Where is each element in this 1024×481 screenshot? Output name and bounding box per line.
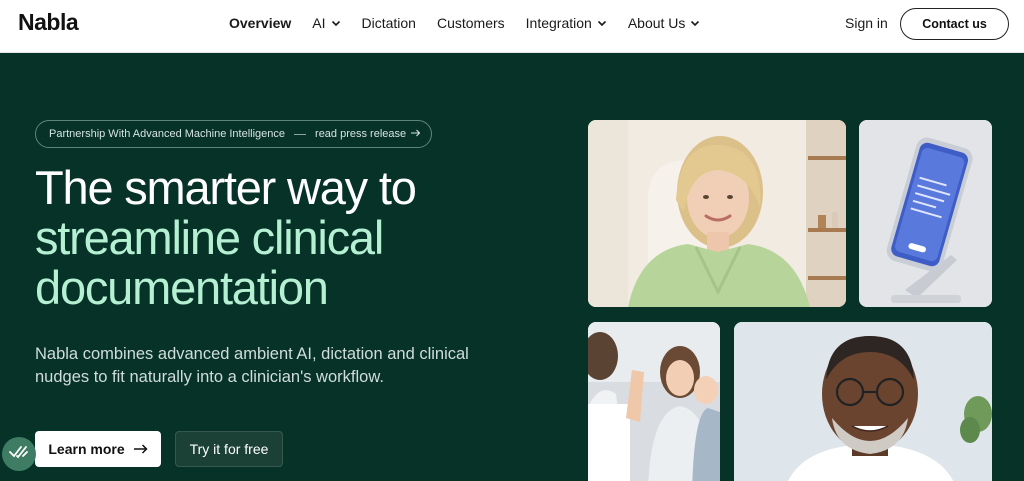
arrow-right-icon [411, 128, 421, 140]
top-navigation: Nabla Overview AI Dictation Customers In… [0, 0, 1024, 53]
announcement-text: Partnership With Advanced Machine Intell… [49, 128, 286, 140]
double-check-icon [9, 445, 29, 464]
nav-item-customers[interactable]: Customers [437, 15, 505, 31]
learn-more-label: Learn more [48, 441, 125, 457]
main-menu: Overview AI Dictation Customers Integrat… [229, 0, 721, 46]
headline-line-3: documentation [35, 261, 329, 314]
contact-us-button[interactable]: Contact us [900, 8, 1009, 40]
announcement-divider [294, 133, 307, 135]
nav-item-about-us-label: About Us [627, 15, 686, 31]
hero-description: Nabla combines advanced ambient AI, dict… [35, 345, 469, 386]
nav-item-ai-label: AI [312, 15, 326, 31]
doctor-high-five-child-photo [588, 322, 720, 481]
woman-green-sweater-photo [588, 120, 846, 307]
press-release-link[interactable]: read press release [315, 128, 406, 140]
hero-section: Partnership With Advanced Machine Intell… [0, 53, 1024, 481]
headline-line-1: The smarter way to [35, 161, 417, 214]
nav-item-about-us[interactable]: About Us [628, 15, 701, 31]
try-free-label: Try it for free [189, 441, 269, 457]
headline-line-2: streamline clinical [35, 211, 384, 264]
chevron-down-icon [597, 18, 607, 28]
phone-on-stand-photo [859, 120, 992, 307]
hero-headline: The smarter way to streamline clinical d… [35, 161, 417, 314]
arrow-right-icon [133, 441, 148, 457]
smiling-man-glasses-photo [734, 322, 992, 481]
nav-item-overview-label: Overview [229, 15, 292, 31]
chat-widget-button[interactable] [2, 437, 36, 471]
announcement-pill[interactable]: Partnership With Advanced Machine Intell… [35, 120, 432, 148]
nav-item-dictation[interactable]: Dictation [362, 15, 416, 31]
learn-more-button[interactable]: Learn more [35, 431, 161, 467]
nabla-logo[interactable]: Nabla [18, 9, 79, 36]
try-free-button[interactable]: Try it for free [175, 431, 283, 467]
nav-item-dictation-label: Dictation [361, 15, 416, 31]
nav-item-customers-label: Customers [436, 15, 505, 31]
sign-in-link[interactable]: Sign in [845, 15, 888, 31]
nav-item-ai[interactable]: AI [312, 15, 340, 31]
nav-item-overview[interactable]: Overview [229, 15, 291, 31]
chevron-down-icon [331, 18, 341, 28]
nav-item-integration-label: Integration [525, 15, 592, 31]
chevron-down-icon [690, 18, 700, 28]
nav-item-integration[interactable]: Integration [526, 15, 607, 31]
